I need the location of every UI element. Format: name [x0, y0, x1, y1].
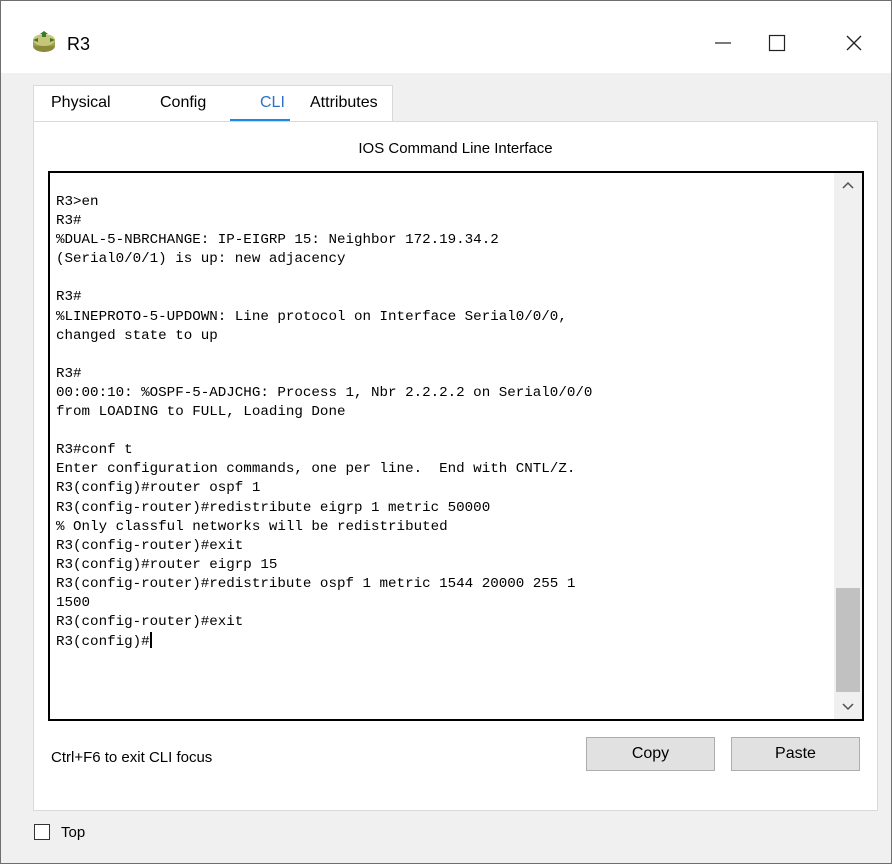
- top-checkbox[interactable]: [34, 824, 50, 840]
- close-icon: [846, 35, 862, 51]
- terminal-line: from LOADING to FULL, Loading Done: [56, 404, 346, 421]
- router-icon: [33, 31, 55, 52]
- tab-attributes[interactable]: Attributes: [310, 94, 378, 112]
- cli-focus-hint: Ctrl+F6 to exit CLI focus: [51, 749, 213, 766]
- terminal-line: 00:00:10: %OSPF-5-ADJCHG: Process 1, Nbr…: [56, 384, 593, 401]
- terminal-line: R3#conf t: [56, 442, 133, 459]
- minimize-icon: [715, 42, 731, 44]
- tab-physical[interactable]: Physical: [51, 94, 111, 112]
- terminal-line: R3#: [56, 213, 82, 230]
- terminal-line: R3(config-router)#redistribute eigrp 1 m…: [56, 499, 491, 516]
- paste-button[interactable]: Paste: [731, 737, 860, 771]
- tab-cli[interactable]: CLI: [260, 94, 285, 112]
- terminal-lines: R3>en R3# %DUAL-5-NBRCHANGE: IP-EIGRP 15…: [56, 194, 592, 630]
- terminal-line: R3>en: [56, 194, 99, 210]
- chevron-down-icon: [842, 703, 854, 711]
- r3-window: R3 Physical Config CLI Attributes IOS Co…: [0, 0, 892, 864]
- tab-bar: Physical Config CLI Attributes: [33, 85, 876, 124]
- terminal-scrollbar[interactable]: [834, 173, 862, 719]
- terminal-line: 1500: [56, 594, 91, 611]
- close-button[interactable]: [824, 15, 884, 71]
- terminal-line: changed state to up: [56, 327, 218, 344]
- terminal-line: R3#: [56, 289, 82, 306]
- copy-button[interactable]: Copy: [586, 737, 715, 771]
- maximize-button[interactable]: [747, 15, 807, 71]
- terminal-line: Enter configuration commands, one per li…: [56, 461, 576, 478]
- maximize-icon: [768, 34, 786, 52]
- terminal-line: (Serial0/0/1) is up: new adjacency: [56, 251, 346, 268]
- title-bar[interactable]: R3: [1, 1, 891, 73]
- text-cursor: [149, 632, 152, 649]
- chevron-up-icon: [842, 181, 854, 189]
- terminal-line: % Only classful networks will be redistr…: [56, 518, 448, 535]
- terminal-line: R3(config-router)#redistribute ospf 1 me…: [56, 575, 576, 592]
- top-checkbox-label: Top: [61, 824, 86, 841]
- cli-panel: IOS Command Line Interface R3>en R3# %DU…: [33, 121, 878, 811]
- scroll-down-button[interactable]: [834, 695, 862, 719]
- cli-terminal[interactable]: R3>en R3# %DUAL-5-NBRCHANGE: IP-EIGRP 15…: [48, 171, 864, 721]
- terminal-output[interactable]: R3>en R3# %DUAL-5-NBRCHANGE: IP-EIGRP 15…: [56, 193, 826, 652]
- minimize-button[interactable]: [693, 15, 753, 71]
- terminal-prompt: R3(config)#: [56, 634, 150, 651]
- terminal-line: R3(config)#router eigrp 15: [56, 556, 278, 573]
- tab-config[interactable]: Config: [160, 94, 206, 112]
- tab-strip: Physical Config CLI Attributes: [33, 85, 393, 124]
- panel-title: IOS Command Line Interface: [358, 140, 553, 157]
- window-title: R3: [67, 34, 91, 54]
- terminal-line: %LINEPROTO-5-UPDOWN: Line protocol on In…: [56, 308, 567, 325]
- terminal-line: R3#: [56, 365, 82, 382]
- terminal-line: R3(config)#router ospf 1: [56, 480, 261, 497]
- scroll-thumb[interactable]: [836, 588, 860, 692]
- terminal-line: %DUAL-5-NBRCHANGE: IP-EIGRP 15: Neighbor…: [56, 232, 499, 249]
- terminal-line: R3(config-router)#exit: [56, 614, 244, 631]
- scroll-up-button[interactable]: [834, 173, 862, 197]
- terminal-line: R3(config-router)#exit: [56, 537, 244, 554]
